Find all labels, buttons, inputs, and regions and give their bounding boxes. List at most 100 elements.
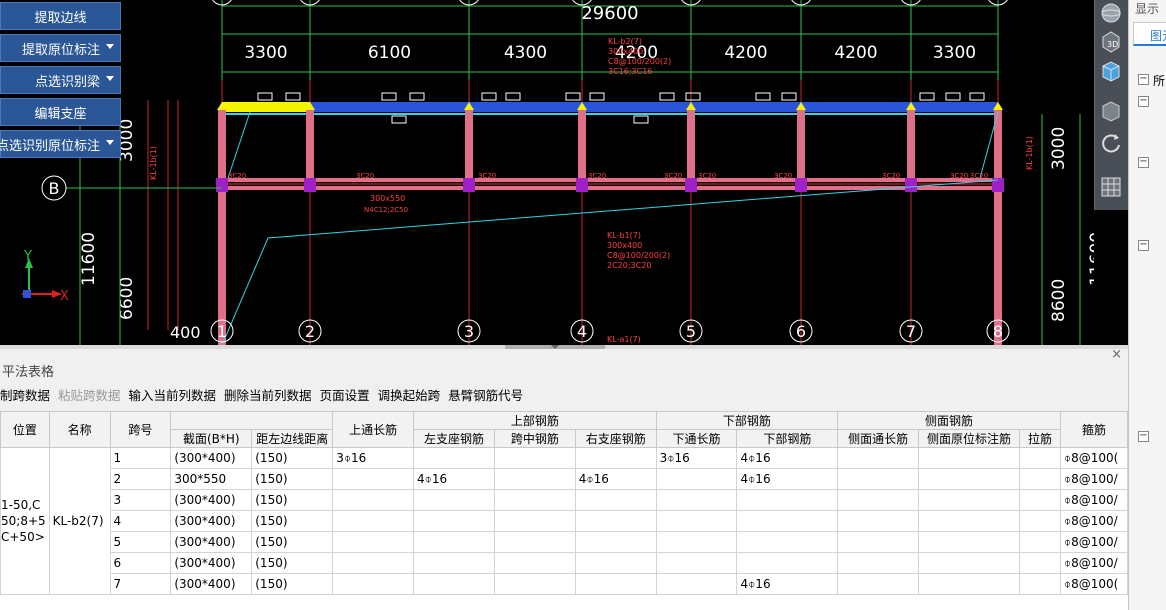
chevron-down-icon[interactable] bbox=[106, 44, 114, 49]
cell-side-through[interactable] bbox=[837, 468, 920, 490]
cell-left-support[interactable] bbox=[413, 531, 495, 553]
cell-top-through[interactable] bbox=[332, 468, 415, 490]
cell-stirrup[interactable]: ⌽8@100/ bbox=[1059, 510, 1128, 532]
grid-icon[interactable] bbox=[1098, 174, 1126, 202]
cell-side-through[interactable] bbox=[837, 447, 920, 469]
col-position[interactable]: 位置 bbox=[0, 411, 50, 448]
cell-bottom-rebar[interactable] bbox=[736, 489, 839, 511]
cell-name[interactable]: KL-b2(7) bbox=[48, 447, 111, 595]
cell-left-support[interactable]: 4⌽16 bbox=[413, 468, 495, 490]
cell-section[interactable]: (300*400) bbox=[170, 531, 253, 553]
tree-toggle-all[interactable]: − bbox=[1138, 74, 1149, 85]
cell-section[interactable]: (300*400) bbox=[170, 552, 253, 574]
cell-offset[interactable]: (150) bbox=[251, 552, 334, 574]
toolbar-item-5[interactable]: 调换起始跨 bbox=[378, 385, 441, 407]
cell-right-support[interactable] bbox=[574, 531, 657, 553]
toolbar-item-3[interactable]: 删除当前列数据 bbox=[224, 385, 312, 407]
cell-left-support[interactable] bbox=[413, 489, 495, 511]
cell-stirrup[interactable]: ⌽8@100( bbox=[1059, 447, 1128, 469]
cell-bottom-through[interactable] bbox=[655, 468, 738, 490]
cell-stirrup[interactable]: ⌽8@100/ bbox=[1059, 531, 1128, 553]
cell-side-orig[interactable] bbox=[918, 447, 1020, 469]
sphere-icon[interactable] bbox=[1098, 0, 1126, 28]
col-stirrup[interactable]: 箍筋 bbox=[1059, 411, 1128, 448]
cell-top-through[interactable] bbox=[332, 552, 415, 574]
cell-top-through[interactable]: 3⌽16 bbox=[332, 447, 415, 469]
toolbar-item-2[interactable]: 输入当前列数据 bbox=[129, 385, 217, 407]
cad-button-2[interactable]: 点选识别梁 bbox=[0, 66, 121, 94]
col-bottom-through[interactable]: 下通长筋 bbox=[655, 429, 738, 448]
table-row[interactable]: 6 (300*400) (150) ⌽8@100/ bbox=[1, 552, 1128, 574]
cell-mid-span[interactable] bbox=[493, 447, 576, 469]
cell-mid-span[interactable] bbox=[493, 489, 576, 511]
toolbar-item-1[interactable]: 粘贴跨数据 bbox=[58, 385, 121, 407]
cad-button-0[interactable]: 提取边线 bbox=[0, 2, 121, 30]
cell-mid-span[interactable] bbox=[493, 573, 576, 595]
table-row[interactable]: 1-50,C 50;8+5 C+50> KL-b2(7) 1 (300*400) (15… bbox=[0, 447, 1128, 595]
cell-tie[interactable] bbox=[1019, 552, 1061, 574]
cell-bottom-through[interactable] bbox=[655, 489, 738, 511]
cell-bottom-through[interactable] bbox=[655, 510, 738, 532]
col-left-support[interactable]: 左支座钢筋 bbox=[413, 429, 495, 448]
col-section[interactable]: 截面(B*H) bbox=[170, 429, 253, 448]
cell-side-orig[interactable] bbox=[918, 552, 1020, 574]
cell-stirrup[interactable]: ⌽8@100( bbox=[1059, 573, 1128, 595]
col-side-through[interactable]: 侧面通长筋 bbox=[837, 429, 920, 448]
cell-top-through[interactable] bbox=[332, 573, 415, 595]
toolbar-item-6[interactable]: 悬臂钢筋代号 bbox=[448, 385, 523, 407]
cell-side-orig[interactable] bbox=[918, 510, 1020, 532]
cell-span[interactable]: 1 bbox=[109, 447, 172, 469]
3d-view-icon[interactable]: 3D bbox=[1098, 28, 1126, 56]
cell-side-through[interactable] bbox=[837, 573, 920, 595]
cell-offset[interactable]: (150) bbox=[251, 510, 334, 532]
chevron-down-icon[interactable] bbox=[106, 76, 114, 81]
cell-section[interactable]: 300*550 bbox=[170, 468, 253, 490]
cell-left-support[interactable] bbox=[413, 510, 495, 532]
cad-button-1[interactable]: 提取原位标注 bbox=[0, 34, 121, 62]
tree-toggle[interactable]: − bbox=[1138, 431, 1149, 442]
cell-stirrup[interactable]: ⌽8@100/ bbox=[1059, 489, 1128, 511]
table-row[interactable]: 2 300*550 (150) 4⌽16 4⌽16 4⌽16 ⌽8@100/ bbox=[1, 468, 1128, 490]
cube-icon[interactable] bbox=[1098, 58, 1126, 86]
cell-span[interactable]: 2 bbox=[109, 468, 172, 490]
cell-bottom-through[interactable] bbox=[655, 573, 738, 595]
table-row[interactable]: 3 (300*400) (150) ⌽8@100/ bbox=[1, 489, 1128, 511]
cell-position[interactable]: 1-50,C 50;8+5 C+50> bbox=[0, 447, 50, 595]
cell-right-support[interactable] bbox=[574, 552, 657, 574]
cell-top-through[interactable] bbox=[332, 489, 415, 511]
col-tie[interactable]: 拉筋 bbox=[1019, 429, 1061, 448]
cell-span[interactable]: 3 bbox=[109, 489, 172, 511]
cell-side-through[interactable] bbox=[837, 510, 920, 532]
close-icon[interactable]: × bbox=[1111, 347, 1122, 362]
rotate-icon[interactable] bbox=[1098, 130, 1126, 158]
tree-toggle[interactable]: − bbox=[1138, 157, 1149, 168]
table-row[interactable]: 4 (300*400) (150) ⌽8@100/ bbox=[1, 510, 1128, 532]
cell-top-through[interactable] bbox=[332, 531, 415, 553]
cell-top-through[interactable] bbox=[332, 510, 415, 532]
col-right-support[interactable]: 右支座钢筋 bbox=[574, 429, 657, 448]
chevron-down-icon[interactable] bbox=[106, 140, 114, 145]
cell-side-orig[interactable] bbox=[918, 531, 1020, 553]
toolbar-item-0[interactable]: 制跨数据 bbox=[0, 385, 50, 407]
cad-drawing[interactable]: 296003300 6100 4300 4200 4200 4200 3300KL-b2(7… bbox=[0, 0, 1094, 345]
col-offset[interactable]: 距左边线距离 bbox=[251, 429, 334, 448]
cell-right-support[interactable] bbox=[574, 573, 657, 595]
cell-span[interactable]: 7 bbox=[109, 573, 172, 595]
cell-bottom-through[interactable]: 3⌽16 bbox=[655, 447, 738, 469]
cell-right-support[interactable] bbox=[574, 489, 657, 511]
cell-mid-span[interactable] bbox=[493, 531, 576, 553]
cell-side-through[interactable] bbox=[837, 552, 920, 574]
tree-toggle[interactable]: − bbox=[1138, 240, 1149, 251]
cell-right-support[interactable] bbox=[574, 510, 657, 532]
cell-tie[interactable] bbox=[1019, 489, 1061, 511]
cell-span[interactable]: 6 bbox=[109, 552, 172, 574]
cell-offset[interactable]: (150) bbox=[251, 531, 334, 553]
cell-offset[interactable]: (150) bbox=[251, 447, 334, 469]
cell-tie[interactable] bbox=[1019, 573, 1061, 595]
cell-side-orig[interactable] bbox=[918, 468, 1020, 490]
col-span[interactable]: 跨号 bbox=[109, 411, 172, 448]
cell-side-orig[interactable] bbox=[918, 573, 1020, 595]
tab-elements[interactable]: 图元 bbox=[1133, 22, 1166, 46]
cell-stirrup[interactable]: ⌽8@100/ bbox=[1059, 468, 1128, 490]
cell-tie[interactable] bbox=[1019, 510, 1061, 532]
